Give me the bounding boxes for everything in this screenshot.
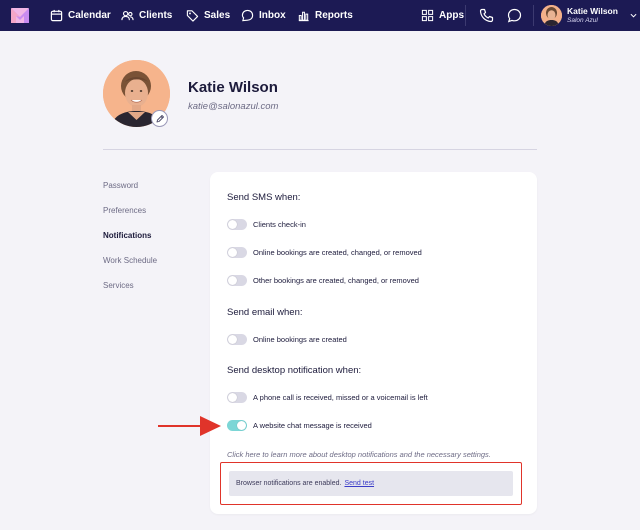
tag-icon: [186, 10, 199, 22]
nav-calendar-label: Calendar: [68, 10, 111, 21]
pencil-icon: [156, 114, 164, 122]
sms-online-bookings-toggle[interactable]: [227, 246, 247, 258]
nav-clients-label: Clients: [139, 10, 173, 21]
nav-sales-label: Sales: [204, 10, 231, 21]
desktop-section-title: Send desktop notification when:: [227, 365, 362, 376]
side-item-password[interactable]: Password: [103, 181, 138, 190]
desktop-notifications-help-link[interactable]: Click here to learn more about desktop n…: [227, 450, 491, 459]
inbox-icon: [241, 9, 254, 22]
toggle-label: Other bookings are created, changed, or …: [253, 275, 419, 285]
profile-name: Katie Wilson: [188, 79, 278, 96]
user-salon: Salon Azul: [567, 17, 598, 24]
profile-email: katie@salonazul.com: [188, 101, 279, 112]
desktop-website-chat-toggle[interactable]: [227, 419, 247, 431]
toggle-label: Online bookings are created, changed, or…: [253, 247, 422, 257]
sms-other-bookings-toggle[interactable]: [227, 274, 247, 286]
section-divider: [103, 149, 537, 150]
sms-option-row: Online bookings are created, changed, or…: [227, 246, 422, 258]
nav-reports-label: Reports: [315, 10, 353, 21]
highlight-box: [220, 462, 522, 505]
sms-check-in-toggle[interactable]: [227, 218, 247, 230]
email-online-bookings-toggle[interactable]: [227, 333, 247, 345]
nav-apps[interactable]: Apps: [421, 0, 464, 31]
arrow-right-icon: [158, 416, 221, 436]
nav-clients[interactable]: Clients: [121, 0, 172, 31]
avatar-image: [541, 5, 562, 26]
nav-sales[interactable]: Sales: [186, 0, 230, 31]
nav-inbox-label: Inbox: [259, 10, 286, 21]
phone-icon[interactable]: [479, 8, 494, 23]
toggle-label: Online bookings are created: [253, 334, 347, 344]
desktop-phone-call-toggle[interactable]: [227, 391, 247, 403]
toggle-label: Clients check-in: [253, 219, 306, 229]
reports-icon: [298, 11, 309, 22]
clients-icon: [121, 10, 134, 21]
calendar-icon: [50, 9, 63, 22]
toggle-label: A website chat message is received: [253, 420, 372, 430]
nav-apps-label: Apps: [439, 10, 464, 21]
email-section-title: Send email when:: [227, 307, 303, 318]
sms-option-row: Other bookings are created, changed, or …: [227, 274, 419, 286]
desktop-option-row: A phone call is received, missed or a vo…: [227, 391, 428, 403]
chevron-down-icon: [630, 13, 637, 18]
sms-option-row: Clients check-in: [227, 218, 306, 230]
side-item-notifications[interactable]: Notifications: [103, 231, 151, 240]
toggle-label: A phone call is received, missed or a vo…: [253, 392, 428, 402]
logo-icon[interactable]: [11, 8, 29, 23]
chat-icon[interactable]: [507, 8, 522, 23]
user-name: Katie Wilson: [567, 6, 618, 16]
avatar: [541, 5, 562, 26]
nav-reports[interactable]: Reports: [297, 0, 353, 31]
email-option-row: Online bookings are created: [227, 333, 347, 345]
nav-inbox[interactable]: Inbox: [241, 0, 286, 31]
sms-section-title: Send SMS when:: [227, 192, 301, 203]
nav-calendar[interactable]: Calendar: [50, 0, 111, 31]
side-item-preferences[interactable]: Preferences: [103, 206, 146, 215]
apps-grid-icon: [421, 9, 434, 22]
nav-divider: [533, 5, 534, 26]
desktop-option-row: A website chat message is received: [227, 419, 372, 431]
side-item-work-schedule[interactable]: Work Schedule: [103, 256, 157, 265]
nav-divider: [465, 5, 466, 26]
edit-photo-button[interactable]: [151, 110, 168, 127]
top-nav: Calendar Clients Sales Inbox Reports App…: [0, 0, 640, 31]
user-menu[interactable]: Katie Wilson Salon Azul: [541, 4, 637, 27]
side-item-services[interactable]: Services: [103, 281, 134, 290]
